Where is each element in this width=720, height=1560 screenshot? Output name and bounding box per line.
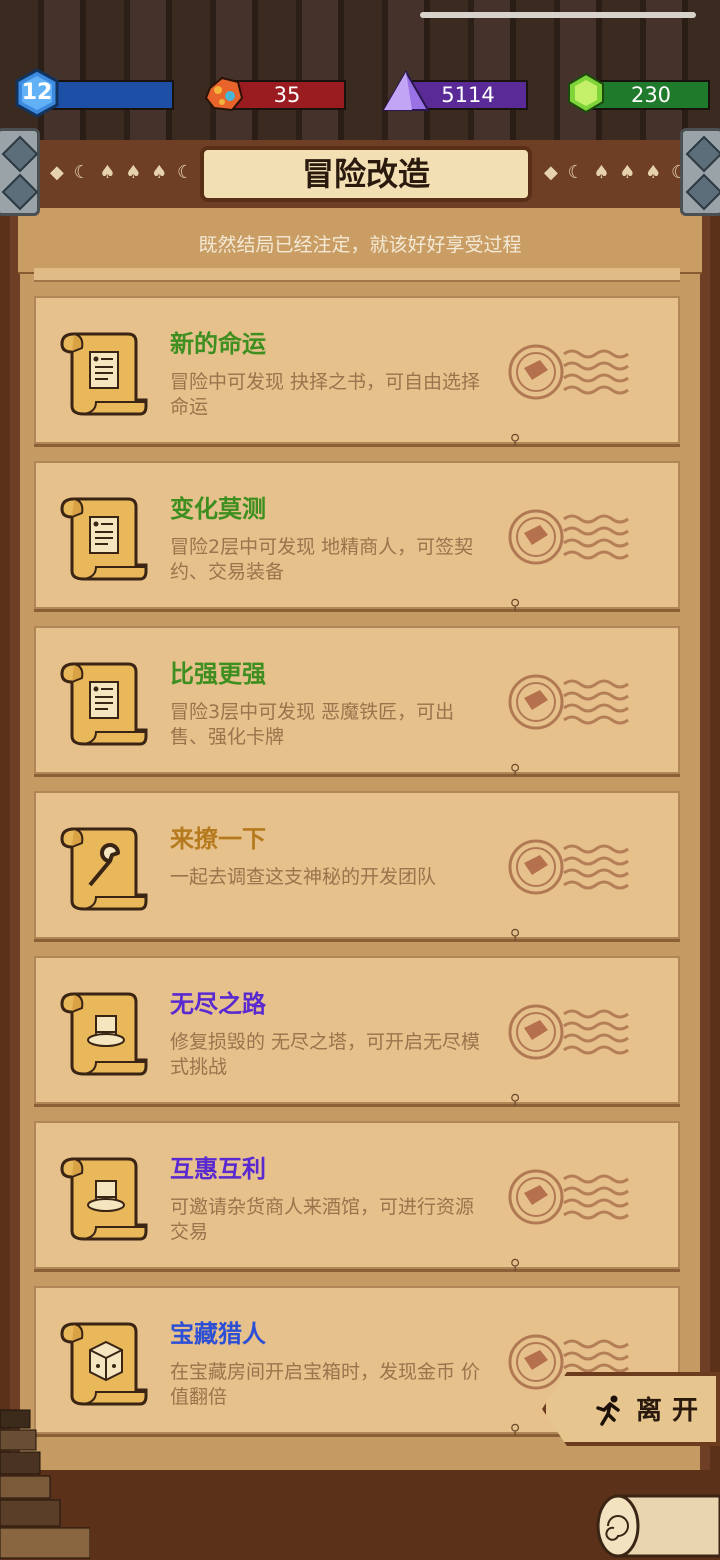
upgrade-card-description: 在宝藏房间开启宝箱时，发现金币 价值翻倍 bbox=[170, 1361, 481, 1408]
page-title: 冒险改造 bbox=[301, 155, 430, 193]
upgrade-card[interactable]: 互惠互利可邀请杂货商人来酒馆，可进行资源交易 ⚲ bbox=[34, 1121, 680, 1273]
ore-icon bbox=[204, 76, 244, 112]
scroll-document-icon bbox=[60, 332, 148, 416]
scroll-hat-icon bbox=[60, 992, 148, 1076]
level-value: 12 bbox=[21, 80, 53, 105]
upgrade-card[interactable]: 来撩一下一起去调查这支神秘的开发团队 ⚲ bbox=[34, 791, 680, 943]
postmark-stamp-icon bbox=[508, 344, 629, 400]
crystal-pyramid-icon bbox=[382, 70, 430, 111]
gem-counter[interactable]: 230 bbox=[566, 72, 710, 114]
paperclip-icon: ⚲ bbox=[510, 927, 521, 943]
scroll-wrench-icon bbox=[60, 827, 148, 911]
rolled-scroll-decoration bbox=[596, 1494, 720, 1558]
paperclip-icon: ⚲ bbox=[510, 597, 521, 613]
books-stack-decoration bbox=[0, 1409, 90, 1559]
upgrade-card-title: 来撩一下 bbox=[170, 825, 266, 853]
upgrade-card[interactable]: 比强更强冒险3层中可发现 恶魔铁匠，可出售、强化卡牌 ⚲ bbox=[34, 626, 680, 778]
upgrade-card-title: 互惠互利 bbox=[170, 1155, 266, 1183]
gem-value: 230 bbox=[592, 80, 710, 110]
upgrade-card[interactable]: 新的命运冒险中可发现 抉择之书，可自由选择命运 ⚲ bbox=[34, 296, 680, 448]
level-display[interactable]: 12 bbox=[12, 68, 174, 118]
crystal-counter[interactable]: 5114 bbox=[382, 70, 528, 111]
home-indicator bbox=[420, 12, 696, 18]
upgrade-card-description: 冒险中可发现 抉择之书，可自由选择命运 bbox=[170, 371, 481, 418]
upgrade-card-title: 宝藏猎人 bbox=[170, 1320, 266, 1348]
upgrade-card-title: 无尽之路 bbox=[170, 990, 266, 1018]
postmark-stamp-icon bbox=[508, 1004, 629, 1060]
frame-corner-left bbox=[0, 128, 40, 216]
ornament-right: ◆ ☾ ♠ ♠ ♠ ☾ bbox=[544, 162, 690, 183]
leave-button-label: 离开 bbox=[636, 1396, 709, 1426]
upgrade-card[interactable]: 无尽之路修复损毁的 无尽之塔，可开启无尽模式挑战 ⚲ bbox=[34, 956, 680, 1108]
upgrade-card[interactable]: 变化莫测冒险2层中可发现 地精商人，可签契约、交易装备 ⚲ bbox=[34, 461, 680, 613]
postmark-stamp-icon bbox=[508, 509, 629, 565]
leave-button[interactable]: 离开 bbox=[542, 1372, 720, 1446]
upgrade-card-description: 冒险3层中可发现 恶魔铁匠，可出售、强化卡牌 bbox=[170, 701, 455, 748]
postmark-stamp-icon bbox=[508, 1169, 629, 1225]
postmark-stamp-icon bbox=[508, 839, 629, 895]
running-man-icon bbox=[596, 1395, 620, 1426]
upgrade-card-description: 修复损毁的 无尽之塔，可开启无尽模式挑战 bbox=[170, 1031, 481, 1078]
ore-counter[interactable]: 35 bbox=[204, 76, 346, 112]
paperclip-icon: ⚲ bbox=[510, 432, 521, 448]
upgrade-card-title: 新的命运 bbox=[170, 330, 266, 358]
upgrade-card-description: 一起去调查这支神秘的开发团队 bbox=[170, 866, 437, 888]
ore-value: 35 bbox=[228, 80, 346, 110]
upgrade-card-title: 变化莫测 bbox=[170, 495, 266, 523]
scroll-hat-icon bbox=[60, 1157, 148, 1241]
upgrade-card-description: 可邀请杂货商人来酒馆，可进行资源交易 bbox=[170, 1196, 475, 1243]
scroll-document-icon bbox=[60, 662, 148, 746]
scroll-dice-icon bbox=[60, 1322, 148, 1406]
scroll-document-icon bbox=[60, 497, 148, 581]
upgrade-card-description: 冒险2层中可发现 地精商人，可签契约、交易装备 bbox=[170, 536, 474, 583]
page-subtitle: 既然结局已经注定，就该好好享受过程 bbox=[198, 234, 522, 256]
paperclip-icon: ⚲ bbox=[510, 1257, 521, 1273]
postmark-stamp-icon bbox=[508, 674, 629, 730]
ornament-left: ◆ ☾ ♠ ♠ ♠ ☾ bbox=[50, 162, 196, 183]
green-gem-icon bbox=[568, 72, 604, 114]
page-title-plate: 冒险改造 bbox=[200, 146, 532, 202]
upgrade-card-title: 比强更强 bbox=[170, 660, 266, 688]
paperclip-icon: ⚲ bbox=[510, 1092, 521, 1108]
paperclip-icon: ⚲ bbox=[510, 1422, 521, 1438]
card-list-top-edge bbox=[34, 268, 680, 282]
paperclip-icon: ⚲ bbox=[510, 762, 521, 778]
